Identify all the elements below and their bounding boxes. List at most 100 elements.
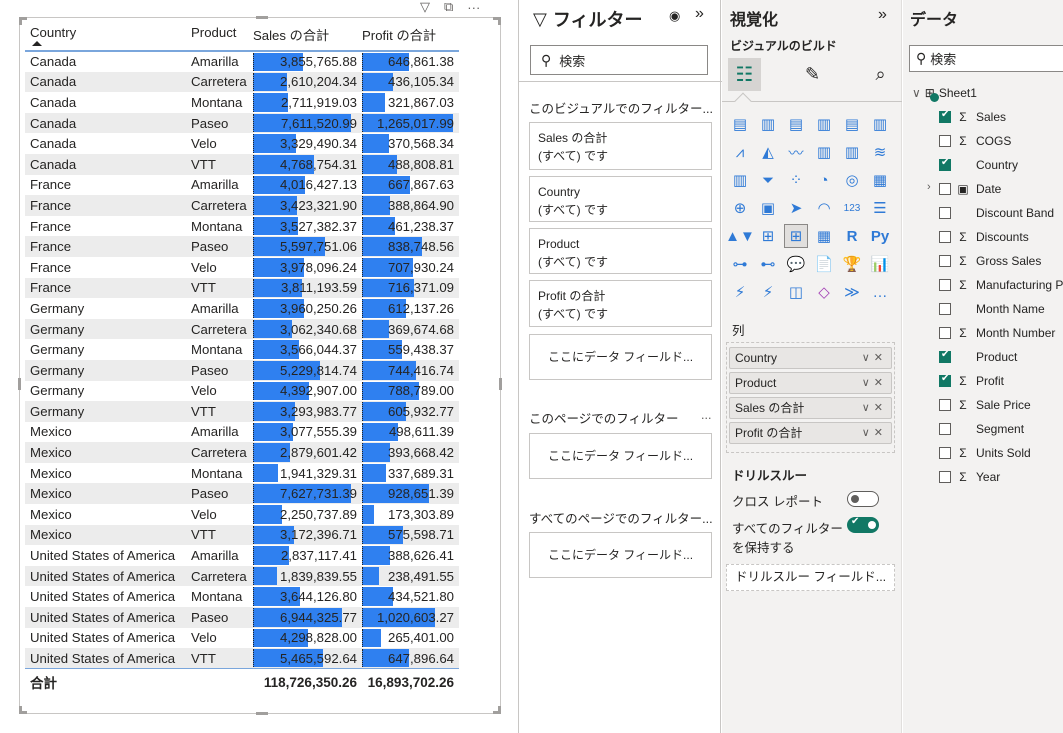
table-row[interactable]: United States of America Amarilla 2,837,11… [25, 545, 459, 566]
field-item[interactable]: Country [939, 155, 1018, 175]
arcgis-map-icon[interactable]: ◫ [784, 280, 808, 304]
table-row[interactable]: Mexico Paseo 7,627,731.39 928,651.39 [25, 483, 459, 505]
more-options-icon[interactable]: ··· [467, 0, 480, 15]
table-row[interactable]: Canada VTT 4,768,754.31 488,808.81 [25, 153, 459, 175]
table-icon[interactable]: ⊞ [784, 224, 808, 248]
column-header-profit[interactable]: Profit の合計 [362, 22, 459, 52]
all-pages-filter-drop-zone[interactable]: ここにデータ フィールド... [529, 532, 712, 578]
table-row[interactable]: Germany Carretera 3,062,340.68 369,674.68 [25, 318, 459, 340]
resize-handle[interactable] [493, 706, 501, 714]
collapse-filters-icon[interactable]: » [695, 5, 704, 23]
visual-filter-drop-zone[interactable]: ここにデータ フィールド... [529, 334, 712, 380]
power-automate-flow-icon[interactable]: ≫ [840, 280, 864, 304]
column-header-country[interactable]: Country [25, 22, 186, 52]
filters-search-input[interactable]: ⚲ 検索 [530, 45, 708, 75]
table-row[interactable]: France Velo 3,978,096.24 707,930.24 [25, 257, 459, 278]
key-influencers-icon[interactable]: ⊶ [728, 252, 752, 276]
field-checkbox[interactable] [939, 207, 951, 219]
filled-map-icon[interactable]: ▣ [756, 196, 780, 220]
table-row[interactable]: United States of America Montana 3,644,126… [25, 586, 459, 607]
donut-chart-icon[interactable]: ◎ [840, 168, 864, 192]
field-checkbox[interactable] [939, 135, 951, 147]
field-item[interactable]: Σ Sales [939, 107, 1006, 127]
qa-icon[interactable]: 💬 [784, 252, 808, 276]
field-checkbox[interactable] [939, 423, 951, 435]
field-item[interactable]: Σ Manufacturing P [939, 275, 1063, 295]
scatter-chart-icon[interactable]: ⁘ [784, 168, 808, 192]
field-item[interactable]: Σ COGS [939, 131, 1011, 151]
field-item[interactable]: Product [939, 347, 1017, 367]
resize-handle[interactable] [499, 378, 502, 390]
data-search-input[interactable]: ⚲ 検索 [909, 45, 1063, 72]
matrix-icon[interactable]: ▦ [812, 224, 836, 248]
field-checkbox[interactable] [939, 255, 951, 267]
multi-row-card-icon[interactable]: ☰ [868, 196, 892, 220]
drillthrough-drop-zone[interactable]: ドリルスルー フィールド... [726, 564, 895, 591]
map-icon[interactable]: ⊕ [728, 196, 752, 220]
table-row[interactable]: Mexico Montana 1,941,329.31 337,689.31 [25, 463, 459, 484]
table-row[interactable]: France Montana 3,527,382.37 461,238.37 [25, 216, 459, 237]
more-visuals-icon[interactable]: … [868, 280, 892, 304]
filter-card-sales[interactable]: Sales の合計 (すべて) です [529, 122, 712, 170]
page-filter-drop-zone[interactable]: ここにデータ フィールド... [529, 433, 712, 479]
table-row[interactable]: Canada Amarilla 3,855,765.88 646,861.38 [25, 51, 459, 72]
table-row[interactable]: Germany Paseo 5,229,814.74 744,416.74 [25, 359, 459, 381]
stacked-column-chart-icon[interactable]: ▥ [756, 112, 780, 136]
100-stacked-bar-chart-icon[interactable]: ▤ [840, 112, 864, 136]
column-header-product[interactable]: Product [186, 22, 253, 52]
table-row[interactable]: Germany Velo 4,392,907.00 788,789.00 [25, 381, 459, 402]
filter-card-country[interactable]: Country (すべて) です [529, 176, 712, 222]
field-item[interactable]: Σ Month Number [939, 323, 1055, 343]
table-row[interactable]: France Amarilla 4,016,427.13 667,867.63 [25, 175, 459, 196]
field-checkbox[interactable] [939, 399, 951, 411]
power-bi-visual-icon[interactable]: ◇ [812, 280, 836, 304]
focus-mode-icon[interactable]: ⧉ [444, 0, 453, 15]
table-node-sheet1[interactable]: ∨ ⊞ Sheet1 [912, 86, 977, 102]
field-pill-country[interactable]: Country ∨✕ [729, 347, 892, 369]
line-chart-icon[interactable]: ⩘ [728, 140, 752, 164]
keep-all-filters-toggle[interactable] [847, 516, 879, 533]
table-row[interactable]: France Carretera 3,423,321.90 388,864.90 [25, 195, 459, 216]
slicer-icon[interactable]: ⊞ [756, 224, 780, 248]
resize-handle[interactable] [256, 712, 268, 715]
stacked-area-chart-icon[interactable]: 〰 [784, 140, 808, 164]
field-checkbox[interactable] [939, 373, 951, 387]
field-pill-sales[interactable]: Sales の合計 ∨✕ [729, 397, 892, 419]
chevron-down-close-icons[interactable]: ∨✕ [862, 373, 887, 393]
column-header-sales[interactable]: Sales の合計 [253, 22, 362, 52]
table-row[interactable]: Canada Carretera 2,610,204.34 436,105.34 [25, 71, 459, 93]
field-checkbox[interactable] [939, 279, 951, 291]
format-visual-icon[interactable]: ✎ [796, 58, 829, 91]
paginated-report-icon[interactable]: 📊 [868, 252, 892, 276]
python-visual-icon[interactable]: Py [868, 224, 892, 248]
table-row[interactable]: Canada Paseo 7,611,520.99 1,265,017.99 [25, 112, 459, 134]
chevron-down-close-icons[interactable]: ∨✕ [862, 423, 887, 443]
columns-field-well[interactable]: Country ∨✕ Product ∨✕ Sales の合計 ∨✕ Profit の… [726, 342, 895, 453]
field-checkbox[interactable] [939, 231, 951, 243]
waterfall-chart-icon[interactable]: ▥ [728, 168, 752, 192]
field-item[interactable]: Σ Year [939, 467, 1000, 487]
analytics-icon[interactable]: ⌕ [864, 58, 897, 91]
gauge-icon[interactable]: ◠ [812, 196, 836, 220]
table-row[interactable]: Mexico Carretera 2,879,601.42 393,668.42 [25, 442, 459, 463]
table-row[interactable]: Germany VTT 3,293,983.77 605,932.77 [25, 401, 459, 422]
table-row[interactable]: France VTT 3,811,193.59 716,371.09 [25, 277, 459, 299]
field-item[interactable]: Σ Sale Price [939, 395, 1031, 415]
table-row[interactable]: United States of America VTT 5,465,592.64 6… [25, 648, 459, 669]
clustered-bar-chart-icon[interactable]: ▤ [784, 112, 808, 136]
smart-narrative-icon[interactable]: 📄 [812, 252, 836, 276]
line-stacked-column-chart-icon[interactable]: ▥ [840, 140, 864, 164]
build-visual-icon[interactable]: ☷ [728, 58, 761, 91]
filter-card-product[interactable]: Product (すべて) です [529, 228, 712, 274]
field-checkbox[interactable] [939, 303, 951, 315]
table-row[interactable]: Mexico Amarilla 3,077,555.39 498,611.39 [25, 422, 459, 443]
field-checkbox[interactable] [939, 447, 951, 459]
field-item[interactable]: Σ Profit [939, 371, 1004, 391]
pie-chart-icon[interactable]: ◔ [812, 168, 836, 192]
cross-report-toggle[interactable] [847, 491, 879, 507]
field-item[interactable]: › ▣ Date [927, 179, 1001, 199]
kpi-icon[interactable]: ▲▼ [725, 224, 755, 248]
table-row[interactable]: Canada Montana 2,711,919.03 321,867.03 [25, 92, 459, 113]
field-item[interactable]: Discount Band [939, 203, 1054, 223]
r-visual-icon[interactable]: R [840, 224, 864, 248]
